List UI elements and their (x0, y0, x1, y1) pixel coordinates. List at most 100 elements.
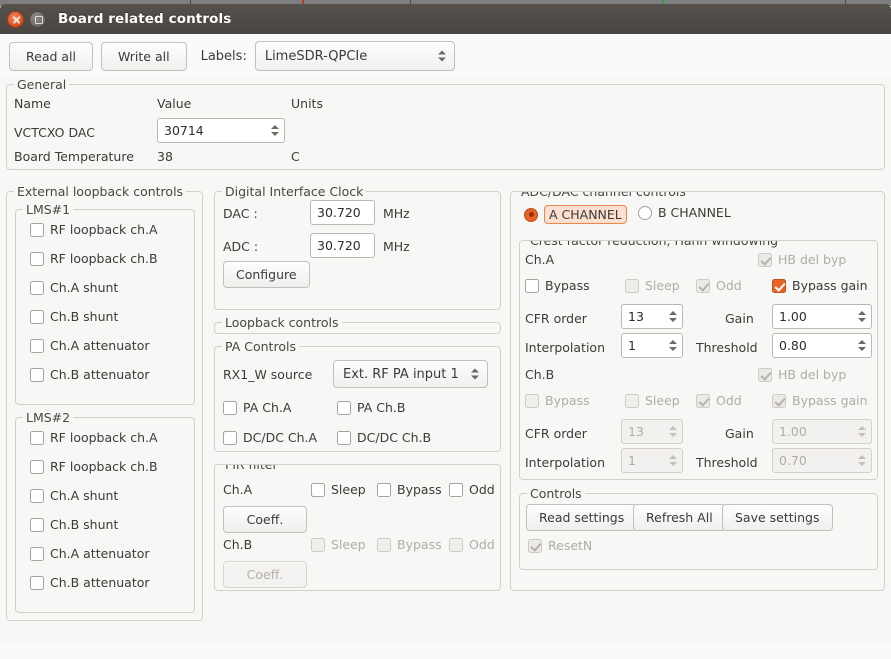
vctcxo-dac-stepper[interactable] (268, 125, 280, 136)
cfr-cha-threshold-value: 0.80 (779, 338, 855, 353)
lms1-cha-attenuator-label: Ch.A attenuator (50, 338, 150, 353)
title-bar[interactable]: Board related controls (0, 4, 891, 34)
close-icon[interactable] (7, 11, 24, 28)
dac-units: MHz (383, 206, 410, 221)
pa-chb-label: PA Ch.B (357, 400, 405, 415)
window-title: Board related controls (58, 11, 231, 27)
cfr-chb-threshold-value: 0.70 (779, 453, 855, 468)
cfr-cha-interpolation-input[interactable]: 1 (621, 333, 683, 358)
read-settings-button[interactable]: Read settings (526, 504, 637, 531)
cfr-cha-bypass-checkbox[interactable]: Bypass (525, 278, 590, 293)
cfr-cha-threshold-input[interactable]: 0.80 (772, 333, 872, 358)
rx1w-source-select[interactable]: Ext. RF PA input 1 (333, 360, 488, 388)
cfr-cha-bypass-gain-checkbox[interactable]: Bypass gain (772, 278, 868, 293)
controls-legend: Controls (527, 486, 585, 501)
lms1-chb-shunt-label: Ch.B shunt (50, 309, 118, 324)
loopback-controls-group: Loopback controls (214, 322, 501, 334)
board-temperature-label: Board Temperature (14, 149, 134, 164)
cfr-cha-gain-stepper[interactable] (855, 311, 867, 322)
fir-cha-bypass-checkbox[interactable]: Bypass (377, 482, 442, 497)
cfr-chb-sleep-label: Sleep (645, 393, 680, 408)
lms1-rf-loopback-cha-label: RF loopback ch.A (50, 222, 158, 237)
pa-chb-checkbox[interactable]: PA Ch.B (337, 400, 405, 415)
fir-filter-legend: FIR filter (222, 464, 281, 472)
lms2-chb-shunt-label: Ch.B shunt (50, 517, 118, 532)
cfr-chb-gain-input: 1.00 (772, 419, 872, 444)
lms2-cha-attenuator[interactable]: Ch.A attenuator (30, 546, 150, 561)
board-temperature-units: C (291, 149, 300, 164)
pa-cha-checkbox[interactable]: PA Ch.A (223, 400, 291, 415)
fir-cha-sleep-checkbox[interactable]: Sleep (311, 482, 366, 497)
lms1-cha-shunt[interactable]: Ch.A shunt (30, 280, 118, 295)
cfr-cha-odd-checkbox: Odd (696, 278, 742, 293)
cfr-cha-order-input[interactable]: 13 (621, 304, 683, 329)
fir-chb-odd-checkbox: Odd (449, 537, 495, 552)
fir-chb-odd-label: Odd (469, 537, 495, 552)
cfr-cha-sleep-label: Sleep (645, 278, 680, 293)
configure-button[interactable]: Configure (223, 261, 310, 288)
channel-a-radio[interactable]: A CHANNEL (524, 205, 627, 224)
cfr-chb-interpolation-value: 1 (628, 453, 666, 468)
checkbox-icon (449, 538, 463, 552)
refresh-all-button[interactable]: Refresh All (633, 504, 726, 531)
labels-select[interactable]: LimeSDR-QPCIe (255, 41, 455, 71)
save-settings-button[interactable]: Save settings (722, 504, 833, 531)
adc-units: MHz (383, 239, 410, 254)
lms1-rf-loopback-chb[interactable]: RF loopback ch.B (30, 251, 158, 266)
checkbox-icon (696, 394, 710, 408)
lms2-rf-loopback-cha[interactable]: RF loopback ch.A (30, 430, 158, 445)
lms2-rf-loopback-chb-label: RF loopback ch.B (50, 459, 158, 474)
fir-cha-coeff-button[interactable]: Coeff. (223, 506, 307, 533)
fir-cha-bypass-label: Bypass (397, 482, 442, 497)
checkbox-icon (449, 483, 463, 497)
toolbar: Read all Write all Labels: LimeSDR-QPCIe (0, 34, 891, 78)
rx1w-source-label: RX1_W source (223, 367, 312, 382)
cfr-cha-order-label: CFR order (525, 311, 587, 326)
fir-chb-coeff-button: Coeff. (223, 561, 307, 588)
vctcxo-dac-label: VCTCXO DAC (14, 125, 95, 140)
dcdc-chb-checkbox[interactable]: DC/DC Ch.B (337, 430, 431, 445)
channel-a-label: A CHANNEL (544, 205, 627, 224)
read-all-button[interactable]: Read all (9, 42, 93, 71)
dcdc-cha-checkbox[interactable]: DC/DC Ch.A (223, 430, 317, 445)
cfr-cha-odd-label: Odd (716, 278, 742, 293)
cfr-cha-gain-label: Gain (725, 311, 754, 326)
maximize-icon[interactable] (29, 11, 46, 28)
checkbox-icon (525, 394, 539, 408)
channel-b-radio[interactable]: B CHANNEL (638, 205, 731, 220)
adc-dac-channel-controls-group: ADC/DAC channel controls A CHANNEL B CHA… (510, 191, 885, 591)
cfr-cha-threshold-stepper[interactable] (855, 340, 867, 351)
cfr-cha-interpolation-stepper[interactable] (666, 340, 678, 351)
cfr-chb-odd-label: Odd (716, 393, 742, 408)
lms2-chb-shunt[interactable]: Ch.B shunt (30, 517, 118, 532)
lms1-rf-loopback-cha[interactable]: RF loopback ch.A (30, 222, 158, 237)
adc-input[interactable]: 30.720 (310, 233, 375, 258)
lms1-cha-attenuator[interactable]: Ch.A attenuator (30, 338, 150, 353)
cfr-cha-sleep-checkbox: Sleep (625, 278, 680, 293)
lms1-chb-attenuator[interactable]: Ch.B attenuator (30, 367, 150, 382)
checkbox-icon (337, 401, 351, 415)
checkbox-icon (625, 279, 639, 293)
cfr-cha-gain-input[interactable]: 1.00 (772, 304, 872, 329)
lms1-chb-shunt[interactable]: Ch.B shunt (30, 309, 118, 324)
dac-input[interactable]: 30.720 (310, 200, 375, 225)
fir-cha-sleep-label: Sleep (331, 482, 366, 497)
cfr-chb-order-input: 13 (621, 419, 683, 444)
lms2-cha-attenuator-label: Ch.A attenuator (50, 546, 150, 561)
lms2-rf-loopback-chb[interactable]: RF loopback ch.B (30, 459, 158, 474)
checkbox-icon (30, 460, 44, 474)
cfr-chb-threshold-label: Threshold (696, 455, 758, 470)
write-all-button[interactable]: Write all (101, 42, 187, 71)
lms2-cha-shunt[interactable]: Ch.A shunt (30, 488, 118, 503)
cfr-cha-gain-value: 1.00 (779, 309, 855, 324)
checkbox-icon (30, 489, 44, 503)
cfr-group: Crest factor reduction, Hann windowing C… (519, 240, 878, 480)
dcdc-cha-label: DC/DC Ch.A (243, 430, 317, 445)
board-temperature-value: 38 (157, 149, 173, 164)
vctcxo-dac-input[interactable]: 30714 (157, 118, 285, 143)
checkbox-icon (758, 253, 772, 267)
lms2-chb-attenuator[interactable]: Ch.B attenuator (30, 575, 150, 590)
cfr-cha-order-stepper[interactable] (666, 311, 678, 322)
resetn-checkbox: ResetN (528, 538, 592, 553)
fir-cha-odd-checkbox[interactable]: Odd (449, 482, 495, 497)
